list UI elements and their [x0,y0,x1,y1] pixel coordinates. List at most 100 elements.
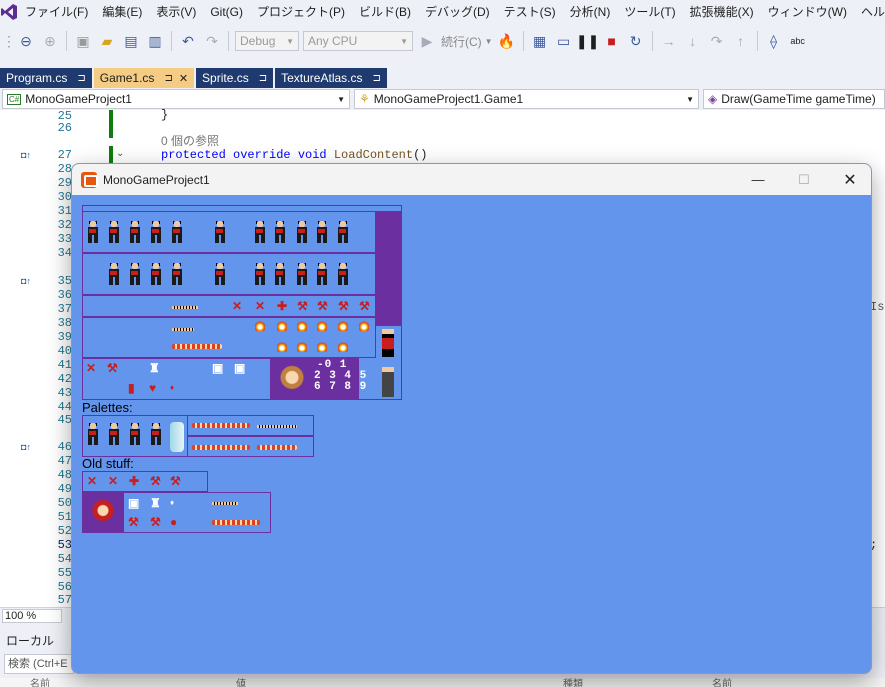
menu-edit[interactable]: 編集(E) [95,0,149,24]
line-number: 32 [57,218,72,232]
pause-icon[interactable]: ❚❚ [576,31,599,51]
visual-studio-logo-icon[interactable] [0,0,18,24]
menu-test[interactable]: テスト(S) [497,0,563,24]
spellcheck-icon[interactable]: abc [788,31,808,51]
menu-bar: ファイル(F) 編集(E) 表示(V) Git(G) プロジェクト(P) ビルド… [0,0,885,24]
process-icon[interactable]: ▦ [530,31,550,51]
tab-game1-cs[interactable]: Game1.cs ⊐ ✕ [93,68,195,88]
continue-icon[interactable]: ▶ [417,31,437,51]
line-number: 39 [57,330,72,344]
cross-sprite: ✕ [86,361,97,375]
monogame-window[interactable]: MonoGameProject1 — ☐ ✕ ✕ ✕ ✚ ⚒ ⚒ ⚒ ⚒ ✕ ⚒… [71,163,872,674]
code-brace: } [161,108,169,122]
close-button[interactable]: ✕ [827,164,871,195]
window-titlebar[interactable]: MonoGameProject1 — ☐ ✕ [72,164,871,195]
layout-icon[interactable]: ▭ [554,31,574,51]
menu-analyze[interactable]: 分析(N) [563,0,618,24]
line-number: 27 [57,148,72,162]
line-number: 51 [57,510,72,524]
menu-extensions[interactable]: 拡張機能(X) [683,0,761,24]
character-sprite [252,263,268,285]
menu-project[interactable]: プロジェクト(P) [250,0,352,24]
platform-value: Any CPU [308,34,358,48]
character-sprite [294,263,310,285]
platform-select[interactable]: Any CPU ▼ [303,31,413,51]
override-marker-icon[interactable]: ◘↑ [21,276,31,286]
pin-icon[interactable]: ⊐ [164,73,172,84]
document-tabs: Program.cs ⊐ Game1.cs ⊐ ✕ Sprite.cs ⊐ Te… [0,66,885,88]
small-item-sprite: ♦ [170,498,175,507]
type-dropdown[interactable]: ⚘ MonoGameProject1.Game1 ▼ [354,89,699,109]
keyword: override [233,148,291,162]
atlas-row [82,295,376,317]
locals-search-input[interactable]: 検索 (Ctrl+E [4,654,74,674]
step-over-icon[interactable]: ↷ [707,31,727,51]
override-marker-icon[interactable]: ◘↑ [21,442,31,452]
save-all-icon[interactable]: ▥ [145,31,165,51]
pin-icon[interactable]: ⊐ [259,73,267,84]
tab-label: TextureAtlas.cs [281,71,363,85]
tab-program-cs[interactable]: Program.cs ⊐ [0,68,92,88]
character-sprite [314,221,330,243]
pin-icon[interactable]: ⊐ [373,73,381,84]
open-folder-icon[interactable]: ▰ [97,31,117,51]
show-next-statement-icon[interactable]: → [659,31,679,51]
toolbar: ⋮ ⊖ ⊕ ▣ ▰ ▤ ▥ ↶ ↷ Debug ▼ Any CPU ▼ ▶ 続行… [0,24,885,58]
hot-reload-icon[interactable]: 🔥 [497,31,517,51]
axe-sprite: ⚒ [150,515,161,529]
step-into-icon[interactable]: ↓ [683,31,703,51]
menu-help[interactable]: ヘルプ(H) [854,0,885,24]
character-sprite [127,263,143,285]
meat-sprite: ● [170,515,178,529]
menu-tools[interactable]: ツール(T) [617,0,682,24]
menu-debug[interactable]: デバッグ(D) [418,0,497,24]
tab-textureatlas-cs[interactable]: TextureAtlas.cs ⊐ [275,68,387,88]
menu-file[interactable]: ファイル(F) [18,0,95,24]
line-number: 38 [57,316,72,330]
redo-icon[interactable]: ↷ [202,31,222,51]
purple-fill [376,211,401,326]
close-icon[interactable]: ✕ [179,72,188,85]
menu-git[interactable]: Git(G) [203,0,250,24]
codelens-references[interactable]: 0 個の参照 [161,132,219,149]
holy-water-sprite: ♜ [149,361,160,375]
continue-button[interactable]: 続行(C) ▼ [441,33,493,50]
forward-icon[interactable]: ⊕ [40,31,60,51]
new-item-icon[interactable]: ▣ [73,31,93,51]
toolbar-separator [228,31,229,51]
toolbar-separator [756,31,758,51]
tab-label: Game1.cs [99,71,155,85]
project-dropdown[interactable]: C# MonoGameProject1 ▼ [2,89,350,109]
undo-icon[interactable]: ↶ [178,31,198,51]
line-number: 41 [57,358,72,372]
save-icon[interactable]: ▤ [121,31,141,51]
line-number: 53 [57,538,72,552]
line-number: 48 [57,468,72,482]
vampire-portrait-sprite [90,497,116,527]
override-marker-icon[interactable]: ◘↑ [21,150,31,160]
back-icon[interactable]: ⊖ [16,31,36,51]
navigation-bar: C# MonoGameProject1 ▼ ⚘ MonoGameProject1… [0,89,885,109]
member-name: Draw(GameTime gameTime) [721,92,876,106]
line-number: 45 [57,413,72,427]
step-out-icon[interactable]: ↑ [731,31,751,51]
stop-icon[interactable]: ■ [602,31,622,51]
collapse-icon[interactable]: ⌄ [116,148,124,159]
member-dropdown[interactable]: ◈ Draw(GameTime gameTime) [703,89,885,109]
minimize-button[interactable]: — [735,164,781,195]
maximize-button[interactable]: ☐ [781,164,827,195]
character-sprite [148,423,164,445]
menu-view[interactable]: 表示(V) [149,0,203,24]
configuration-select[interactable]: Debug ▼ [235,31,299,51]
menu-window[interactable]: ウィンドウ(W) [761,0,854,24]
pin-icon[interactable]: ⊐ [77,73,85,84]
grip-icon: ⋮ [2,32,16,49]
line-number: 34 [57,246,72,260]
menu-build[interactable]: ビルド(B) [352,0,418,24]
restart-icon[interactable]: ↻ [626,31,646,51]
diagnostics-icon[interactable]: ⟠ [764,31,784,51]
keyword: void [297,148,327,162]
fire-sprite [338,321,348,331]
zoom-select[interactable]: 100 % [2,609,62,623]
tab-sprite-cs[interactable]: Sprite.cs ⊐ [196,68,274,88]
